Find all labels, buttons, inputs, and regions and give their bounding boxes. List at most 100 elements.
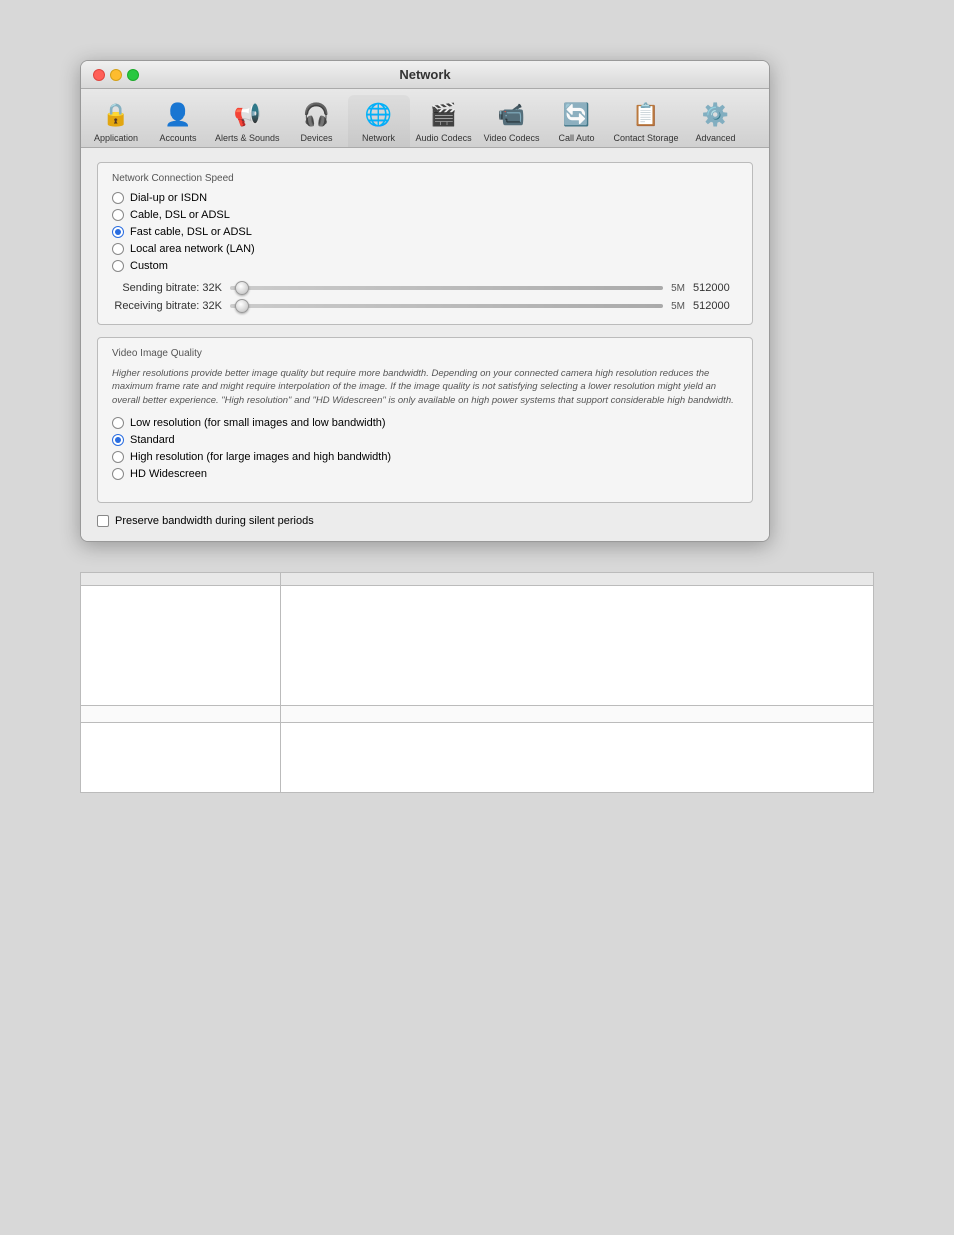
table-cell-col2-row3 bbox=[281, 722, 874, 792]
radio-cable-dsl[interactable]: Cable, DSL or ADSL bbox=[112, 209, 738, 221]
toolbar-label-advanced: Advanced bbox=[696, 133, 736, 143]
preserve-bandwidth-row[interactable]: Preserve bandwidth during silent periods bbox=[97, 515, 753, 527]
receiving-bitrate-value: 512000 bbox=[693, 300, 738, 312]
application-icon: 🔒 bbox=[100, 99, 132, 131]
toolbar-label-network: Network bbox=[362, 133, 395, 143]
network-connection-speed-title: Network Connection Speed bbox=[112, 173, 738, 184]
receiving-bitrate-row: Receiving bitrate: 32K 5M 512000 bbox=[112, 300, 738, 312]
toolbar-item-devices[interactable]: 🎧 Devices bbox=[286, 95, 348, 147]
network-icon: 🌐 bbox=[363, 99, 395, 131]
toolbar-label-alerts-sounds: Alerts & Sounds bbox=[215, 133, 280, 143]
radio-standard-label: Standard bbox=[130, 434, 175, 446]
devices-icon: 🎧 bbox=[301, 99, 333, 131]
radio-lan[interactable]: Local area network (LAN) bbox=[112, 243, 738, 255]
receiving-bitrate-label: Receiving bitrate: 32K bbox=[112, 300, 222, 312]
radio-cable-dsl-label: Cable, DSL or ADSL bbox=[130, 209, 230, 221]
traffic-lights bbox=[93, 69, 139, 81]
table-header-col1 bbox=[81, 572, 281, 585]
table-header-col2 bbox=[281, 572, 874, 585]
radio-standard[interactable]: Standard bbox=[112, 434, 738, 446]
table-row bbox=[81, 705, 874, 722]
sending-bitrate-slider[interactable] bbox=[230, 286, 663, 290]
toolbar-label-accounts: Accounts bbox=[159, 133, 196, 143]
alerts-sounds-icon: 📢 bbox=[231, 99, 263, 131]
toolbar-item-video-codecs[interactable]: 📹 Video Codecs bbox=[478, 95, 546, 147]
table-cell-col1-row2 bbox=[81, 705, 281, 722]
toolbar-item-network[interactable]: 🌐 Network bbox=[348, 95, 410, 147]
video-image-quality-info: Higher resolutions provide better image … bbox=[112, 367, 738, 407]
radio-low-resolution[interactable]: Low resolution (for small images and low… bbox=[112, 417, 738, 429]
accounts-icon: 👤 bbox=[162, 99, 194, 131]
audio-codecs-icon: 🎬 bbox=[428, 99, 460, 131]
radio-high-res-label: High resolution (for large images and hi… bbox=[130, 451, 391, 463]
preserve-bandwidth-label: Preserve bandwidth during silent periods bbox=[115, 515, 314, 527]
radio-hd-widescreen[interactable]: HD Widescreen bbox=[112, 468, 738, 480]
image-quality-radio-group: Low resolution (for small images and low… bbox=[112, 417, 738, 480]
toolbar-label-call-auto: Call Auto bbox=[558, 133, 594, 143]
radio-lan-circle[interactable] bbox=[112, 243, 124, 255]
toolbar-item-accounts[interactable]: 👤 Accounts bbox=[147, 95, 209, 147]
network-preferences-window: Network 🔒 Application 👤 Accounts 📢 Alert… bbox=[80, 60, 770, 542]
radio-high-res-circle[interactable] bbox=[112, 451, 124, 463]
receiving-bitrate-thumb[interactable] bbox=[235, 299, 249, 313]
toolbar-label-devices: Devices bbox=[301, 133, 333, 143]
radio-hd-label: HD Widescreen bbox=[130, 468, 207, 480]
toolbar-item-audio-codecs[interactable]: 🎬 Audio Codecs bbox=[410, 95, 478, 147]
table-cell-col1-row3 bbox=[81, 722, 281, 792]
table-cell-col1-row1 bbox=[81, 585, 281, 705]
radio-custom-circle[interactable] bbox=[112, 260, 124, 272]
table-cell-col2-row2 bbox=[281, 705, 874, 722]
radio-standard-circle[interactable] bbox=[112, 434, 124, 446]
toolbar-label-contact-storage: Contact Storage bbox=[613, 133, 678, 143]
radio-custom[interactable]: Custom bbox=[112, 260, 738, 272]
documentation-table bbox=[80, 572, 874, 793]
radio-lan-label: Local area network (LAN) bbox=[130, 243, 255, 255]
table-row bbox=[81, 585, 874, 705]
table-cell-col2-row1 bbox=[281, 585, 874, 705]
video-codecs-icon: 📹 bbox=[496, 99, 528, 131]
toolbar-label-audio-codecs: Audio Codecs bbox=[416, 133, 472, 143]
radio-custom-label: Custom bbox=[130, 260, 168, 272]
radio-low-res-circle[interactable] bbox=[112, 417, 124, 429]
sending-bitrate-value: 512000 bbox=[693, 282, 738, 294]
toolbar-item-advanced[interactable]: ⚙️ Advanced bbox=[685, 95, 747, 147]
radio-dialup-circle[interactable] bbox=[112, 192, 124, 204]
toolbar: 🔒 Application 👤 Accounts 📢 Alerts & Soun… bbox=[81, 89, 769, 148]
toolbar-item-application[interactable]: 🔒 Application bbox=[85, 95, 147, 147]
toolbar-label-application: Application bbox=[94, 133, 138, 143]
window-title: Network bbox=[399, 67, 450, 82]
close-button[interactable] bbox=[93, 69, 105, 81]
title-bar: Network bbox=[81, 61, 769, 89]
sending-bitrate-label: Sending bitrate: 32K bbox=[112, 282, 222, 294]
radio-fast-cable-circle[interactable] bbox=[112, 226, 124, 238]
preserve-bandwidth-checkbox[interactable] bbox=[97, 515, 109, 527]
toolbar-label-video-codecs: Video Codecs bbox=[484, 133, 540, 143]
receiving-bitrate-max: 5M bbox=[671, 301, 685, 312]
advanced-icon: ⚙️ bbox=[700, 99, 732, 131]
table-row bbox=[81, 722, 874, 792]
minimize-button[interactable] bbox=[110, 69, 122, 81]
toolbar-item-call-auto[interactable]: 🔄 Call Auto bbox=[545, 95, 607, 147]
receiving-bitrate-slider[interactable] bbox=[230, 304, 663, 308]
sending-bitrate-max: 5M bbox=[671, 283, 685, 294]
sending-bitrate-thumb[interactable] bbox=[235, 281, 249, 295]
radio-cable-dsl-circle[interactable] bbox=[112, 209, 124, 221]
toolbar-item-contact-storage[interactable]: 📋 Contact Storage bbox=[607, 95, 684, 147]
connection-speed-radio-group: Dial-up or ISDN Cable, DSL or ADSL Fast … bbox=[112, 192, 738, 272]
radio-fast-cable[interactable]: Fast cable, DSL or ADSL bbox=[112, 226, 738, 238]
content-area: Network Connection Speed Dial-up or ISDN… bbox=[81, 148, 769, 541]
page-wrapper: Network 🔒 Application 👤 Accounts 📢 Alert… bbox=[0, 0, 954, 1235]
sending-bitrate-row: Sending bitrate: 32K 5M 512000 bbox=[112, 282, 738, 294]
radio-hd-circle[interactable] bbox=[112, 468, 124, 480]
radio-fast-cable-label: Fast cable, DSL or ADSL bbox=[130, 226, 252, 238]
maximize-button[interactable] bbox=[127, 69, 139, 81]
network-connection-speed-section: Network Connection Speed Dial-up or ISDN… bbox=[97, 162, 753, 325]
video-image-quality-title: Video Image Quality bbox=[112, 348, 738, 359]
radio-low-res-label: Low resolution (for small images and low… bbox=[130, 417, 386, 429]
call-auto-icon: 🔄 bbox=[560, 99, 592, 131]
video-image-quality-section: Video Image Quality Higher resolutions p… bbox=[97, 337, 753, 503]
radio-dialup[interactable]: Dial-up or ISDN bbox=[112, 192, 738, 204]
toolbar-item-alerts-sounds[interactable]: 📢 Alerts & Sounds bbox=[209, 95, 286, 147]
contact-storage-icon: 📋 bbox=[630, 99, 662, 131]
radio-high-resolution[interactable]: High resolution (for large images and hi… bbox=[112, 451, 738, 463]
